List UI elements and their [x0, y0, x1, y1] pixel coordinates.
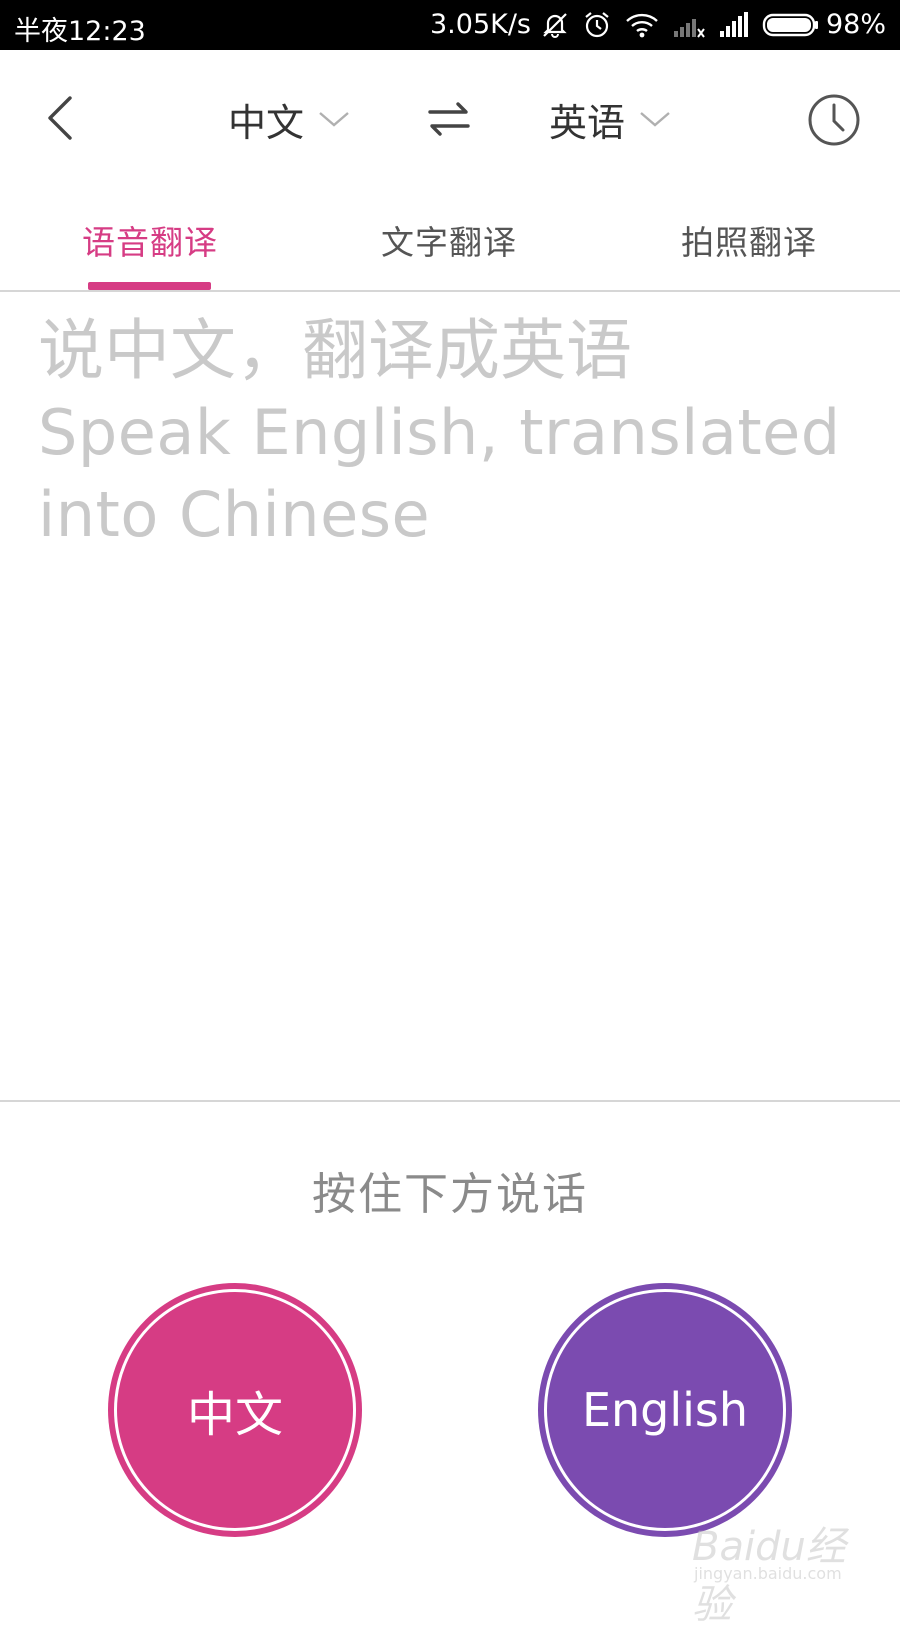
status-bar: 半夜12:23 3.05K/s 98% [0, 0, 900, 50]
tab-voice-translation[interactable]: 语音翻译 [82, 216, 218, 264]
hint-english: Speak English, translated into Chinese [38, 396, 841, 551]
back-arrow-icon [48, 96, 72, 140]
status-time: 半夜12:23 [14, 16, 146, 47]
back-button[interactable] [36, 90, 86, 146]
baidu-jingyan-watermark: Baidu经验 jingyan.baidu.com [688, 1500, 868, 1628]
tab-photo-translation[interactable]: 拍照翻译 [681, 216, 817, 264]
speak-chinese-button[interactable]: 中文 [108, 1283, 362, 1537]
battery-icon [762, 12, 820, 38]
mute-notification-icon [540, 10, 570, 40]
watermark-url: jingyan.baidu.com [694, 1564, 842, 1583]
toolbar: 中文 英语 [0, 50, 900, 186]
speak-english-label: English [544, 1289, 786, 1531]
active-tab-indicator [88, 282, 211, 290]
translation-hint: 说中文，翻译成英语 Speak English, translated into… [38, 310, 878, 556]
speak-english-button[interactable]: English [538, 1283, 792, 1537]
press-and-speak-hint: 按住下方说话 [312, 1169, 588, 1220]
status-icons [540, 8, 820, 42]
wifi-icon [624, 10, 660, 40]
hint-chinese: 说中文，翻译成英语 [38, 312, 632, 389]
target-language-select[interactable]: 英语 [549, 94, 671, 145]
chevron-down-icon [319, 112, 349, 127]
signal-icon [718, 11, 750, 39]
swap-icon [428, 102, 470, 136]
history-button[interactable] [806, 92, 862, 148]
status-net-speed: 3.05K/s [430, 9, 531, 40]
translation-mode-tabs: 语音翻译 文字翻译 拍照翻译 [0, 186, 900, 292]
speak-chinese-label: 中文 [114, 1289, 356, 1531]
clock-icon [808, 94, 860, 146]
tab-text-translation[interactable]: 文字翻译 [381, 216, 517, 264]
divider [0, 1100, 900, 1102]
battery-percentage: 98% [825, 9, 886, 40]
source-language-select[interactable]: 中文 [228, 94, 350, 145]
alarm-icon [582, 10, 612, 40]
source-language-label: 中文 [228, 100, 305, 145]
target-language-label: 英语 [549, 100, 626, 145]
swap-languages-button[interactable] [424, 94, 474, 144]
signal-no-sim-icon [672, 11, 706, 39]
chevron-down-icon [640, 112, 670, 127]
